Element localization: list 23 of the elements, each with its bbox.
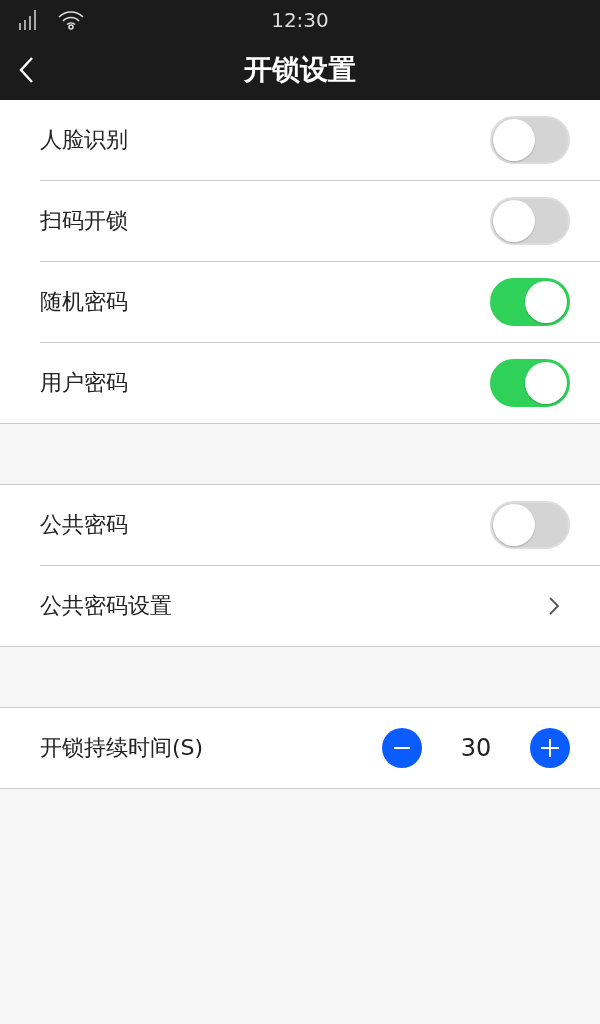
setting-label: 公共密码 xyxy=(40,511,128,539)
setting-label: 公共密码设置 xyxy=(40,592,172,620)
minus-icon xyxy=(394,747,410,749)
wifi-icon xyxy=(58,10,84,30)
decrement-button[interactable] xyxy=(382,728,422,768)
setting-label: 人脸识别 xyxy=(40,126,128,154)
toggle-switch[interactable] xyxy=(490,278,570,326)
plus-icon xyxy=(541,739,559,757)
setting-label: 用户密码 xyxy=(40,369,128,397)
toggle-switch[interactable] xyxy=(490,501,570,549)
signal-icon xyxy=(18,9,38,31)
toggle-switch[interactable] xyxy=(490,197,570,245)
chevron-right-icon[interactable] xyxy=(548,596,560,616)
back-icon xyxy=(18,56,34,84)
toggle-switch[interactable] xyxy=(490,359,570,407)
toggle-switch[interactable] xyxy=(490,116,570,164)
page-title: 开锁设置 xyxy=(244,52,356,88)
setting-label: 扫码开锁 xyxy=(40,207,128,235)
setting-label: 随机密码 xyxy=(40,288,128,316)
status-time: 12:30 xyxy=(271,8,330,32)
increment-button[interactable] xyxy=(530,728,570,768)
setting-label: 开锁持续时间(S) xyxy=(40,734,204,762)
duration-value: 30 xyxy=(459,734,493,762)
